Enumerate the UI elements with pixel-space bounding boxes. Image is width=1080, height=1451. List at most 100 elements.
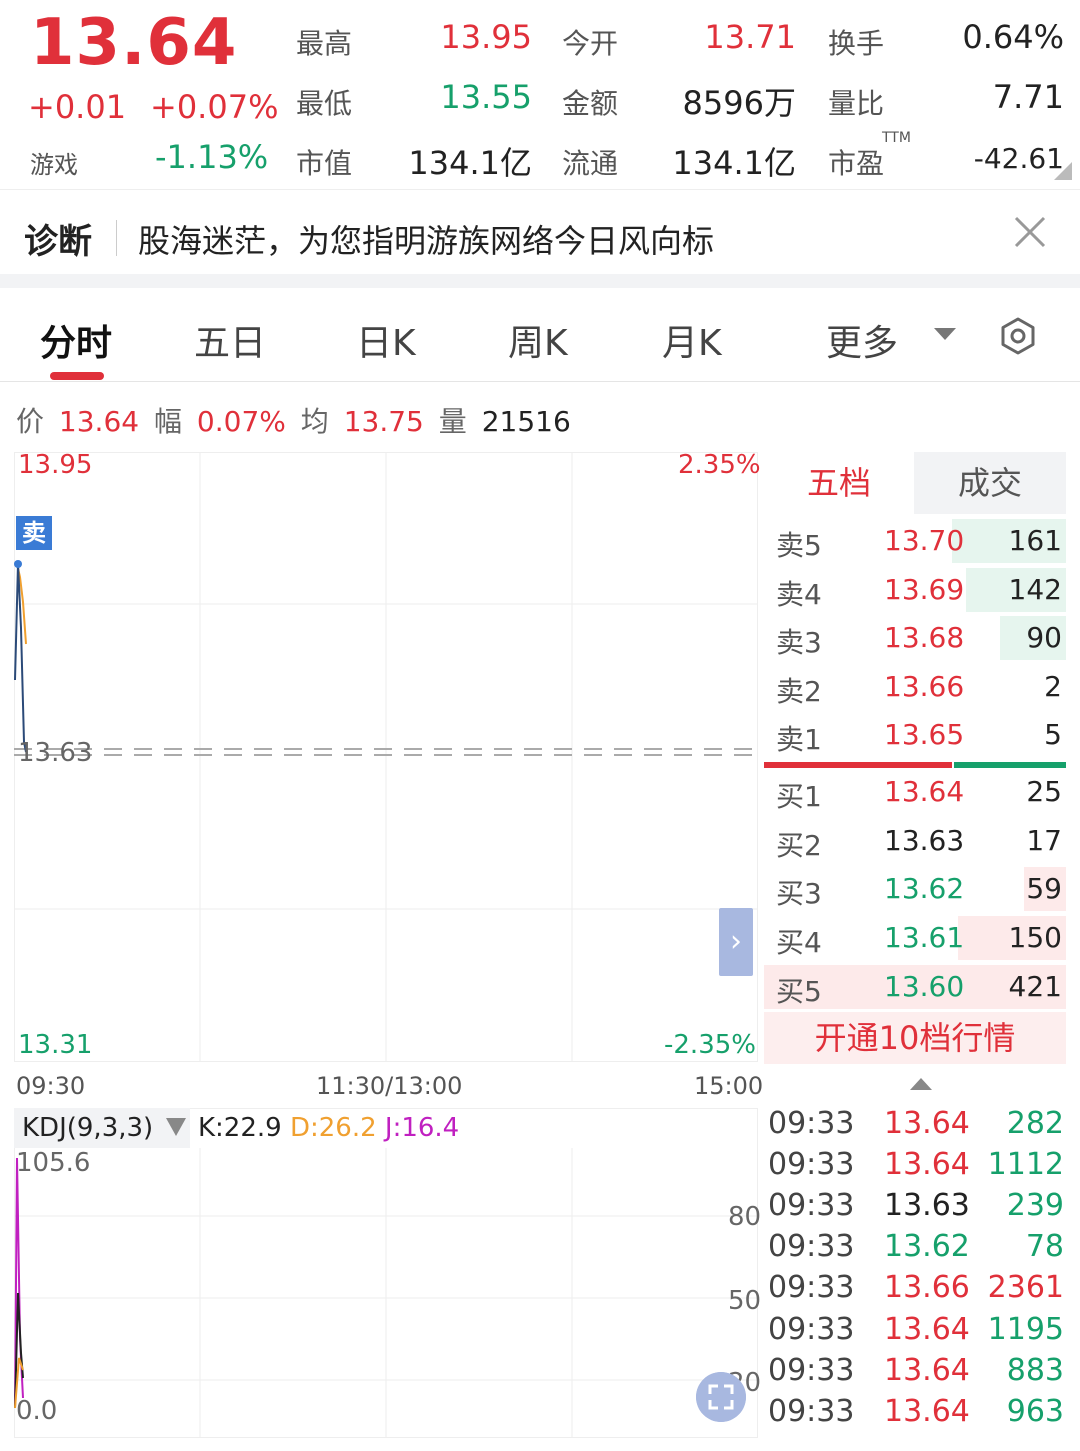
tab-order-book[interactable]: 五档 [764, 452, 914, 514]
close-icon[interactable] [1010, 212, 1050, 252]
intraday-chart[interactable] [14, 452, 758, 1062]
expand-corner-icon[interactable] [1054, 162, 1072, 180]
bid-volume: 59 [1026, 872, 1062, 905]
tab-monthly-k[interactable]: 月K [662, 314, 722, 366]
trade-time: 09:33 [768, 1188, 855, 1223]
price-info-line: 价 13.64 幅 0.07% 均 13.75 量 21516 [16, 400, 577, 440]
sector-name[interactable]: 游戏 [30, 145, 78, 180]
kdj-j-value: J:16.4 [384, 1113, 460, 1143]
info-vol-value: 21516 [481, 405, 571, 438]
amount-label: 金额 [562, 87, 619, 120]
ask-price: 13.70 [884, 524, 965, 557]
x-axis-close: 15:00 [694, 1072, 764, 1100]
bid-row[interactable]: 买4 13.61 150 [764, 915, 1066, 961]
tab-intraday[interactable]: 分时 [40, 314, 112, 366]
trade-volume: 78 [1025, 1229, 1064, 1264]
pe-label[interactable]: 市盈 [828, 142, 884, 182]
info-range-value: 0.07% [196, 405, 286, 438]
prev-close-label: 13.63 [18, 738, 93, 768]
kdj-level-80: 80 [728, 1202, 762, 1232]
fullscreen-icon[interactable] [696, 1372, 746, 1422]
tab-weekly-k[interactable]: 周K [508, 314, 568, 366]
tab-daily-k[interactable]: 日K [356, 314, 416, 366]
bid-label: 买3 [776, 877, 822, 910]
open-label: 今开 [562, 27, 619, 60]
trade-price: 13.64 [884, 1394, 970, 1429]
trade-volume: 1112 [987, 1147, 1064, 1182]
low-label: 最低 [296, 87, 353, 120]
trade-volume: 963 [1006, 1394, 1064, 1429]
kdj-indicator-select[interactable]: KDJ(9,3,3) [14, 1108, 190, 1148]
upgrade-level10-button[interactable]: 开通10档行情 [764, 1012, 1066, 1064]
market-cap-value: 134.1亿 [408, 144, 532, 182]
bid-price: 13.62 [884, 872, 965, 905]
chevron-right-icon[interactable]: › [719, 908, 753, 976]
diagnosis-text[interactable]: 股海迷茫，为您指明游族网络今日风向标 [138, 216, 714, 262]
ask-label: 卖5 [776, 529, 822, 562]
bid-row[interactable]: 买5 13.60 421 [764, 964, 1066, 1010]
tab-five-day[interactable]: 五日 [194, 314, 266, 366]
high-value: 13.95 [440, 18, 532, 56]
price-point [14, 560, 22, 568]
trade-row: 09:33 13.64 963 [768, 1394, 1064, 1435]
kdj-axis-min: 0.0 [16, 1396, 58, 1426]
chevron-down-icon[interactable] [934, 328, 956, 340]
bid-label: 买2 [776, 829, 822, 862]
info-avg-value: 13.75 [343, 405, 424, 438]
info-price-value: 13.64 [58, 405, 140, 438]
tab-trades[interactable]: 成交 [914, 452, 1066, 514]
caret-down-icon[interactable] [166, 1118, 186, 1136]
ask-row[interactable]: 卖2 13.66 2 [764, 664, 1066, 710]
ask-row[interactable]: 卖3 13.68 90 [764, 615, 1066, 661]
x-axis-midday: 11:30/13:00 [316, 1072, 463, 1100]
kdj-level-50: 50 [728, 1286, 762, 1316]
float-cap-value: 134.1亿 [672, 144, 796, 182]
section-gap [0, 274, 1080, 288]
trade-time: 09:33 [768, 1353, 855, 1388]
trade-price: 13.63 [884, 1188, 970, 1223]
ask-price: 13.66 [884, 670, 965, 703]
gear-icon[interactable] [996, 314, 1040, 358]
ask-volume: 5 [1044, 718, 1062, 751]
trade-price: 13.66 [884, 1270, 970, 1305]
kdj-d-value: D:26.2 [289, 1113, 377, 1143]
last-price: 13.64 [30, 6, 238, 80]
change-amount: +0.01 [28, 88, 127, 126]
sell-marker[interactable]: 卖 [16, 516, 52, 550]
trade-price: 13.64 [884, 1353, 970, 1388]
trade-row: 09:33 13.64 282 [768, 1106, 1064, 1147]
ask-price: 13.68 [884, 621, 965, 654]
trade-volume: 1195 [987, 1312, 1064, 1347]
kdj-chart[interactable] [14, 1108, 758, 1438]
turnover-value: 0.64% [962, 18, 1064, 56]
volume-ratio-value: 7.71 [992, 78, 1064, 116]
info-avg-label: 均 [300, 405, 329, 438]
ask-row[interactable]: 卖5 13.70 161 [764, 518, 1066, 564]
bid-row[interactable]: 买1 13.64 25 [764, 769, 1066, 815]
bid-row[interactable]: 买2 13.63 17 [764, 818, 1066, 864]
y-axis-high: 13.95 [18, 450, 93, 480]
y-axis-low: 13.31 [18, 1030, 93, 1060]
ask-volume: 2 [1044, 670, 1062, 703]
trade-price: 13.64 [884, 1106, 970, 1141]
bid-price: 13.60 [884, 970, 965, 1003]
trade-row: 09:33 13.64 1195 [768, 1312, 1064, 1353]
bid-row[interactable]: 买3 13.62 59 [764, 866, 1066, 912]
bid-label: 买1 [776, 780, 822, 813]
turnover-label: 换手 [828, 27, 885, 60]
ask-label: 卖3 [776, 626, 822, 659]
bid-label: 买4 [776, 926, 822, 959]
ask-row[interactable]: 卖4 13.69 142 [764, 567, 1066, 613]
trade-time: 09:33 [768, 1106, 855, 1141]
ask-label: 卖4 [776, 578, 822, 611]
bid-volume: 150 [1008, 921, 1062, 954]
amount-value: 8596万 [682, 84, 796, 122]
trade-volume: 239 [1006, 1188, 1064, 1223]
ask-price: 13.65 [884, 718, 965, 751]
x-axis-open: 09:30 [16, 1072, 86, 1100]
chevron-up-icon[interactable] [910, 1078, 932, 1090]
bid-label: 买5 [776, 975, 822, 1008]
tab-more[interactable]: 更多 [826, 314, 898, 366]
ask-row[interactable]: 卖1 13.65 5 [764, 712, 1066, 758]
info-range-label: 幅 [154, 405, 183, 438]
